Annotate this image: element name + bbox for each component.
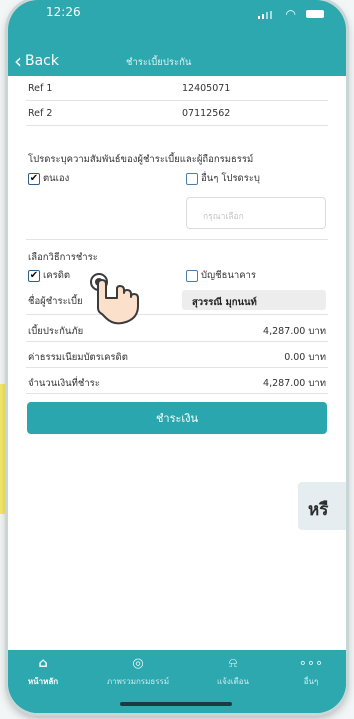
checkbox-credit-label: เครดิต <box>43 270 71 281</box>
payer-name-field: สุวรรณี มุกนนท์ <box>182 290 326 310</box>
tab-policy-overview[interactable]: ◎ ภาพรวมกรมธรรม์ <box>98 656 178 688</box>
tab-notifications[interactable]: ⍾ แจ้งเตือน <box>198 656 268 688</box>
chevron-left-icon: ‹ <box>14 49 22 73</box>
tab-policy-label: ภาพรวมกรมธรรม์ <box>106 677 170 686</box>
tap-hand-icon <box>90 273 139 325</box>
checkbox-credit[interactable]: ✔ เครดิต <box>28 268 70 283</box>
tab-home[interactable]: ⌂ หน้าหลัก <box>8 656 78 688</box>
total-value: 4,287.00 บาท <box>263 378 326 389</box>
tab-notifications-label: แจ้งเตือน <box>217 677 249 686</box>
total-row: จำนวนเงินที่ชำระ 4,287.00 บาท <box>26 369 328 394</box>
relationship-prompt: โปรดระบุความสัมพันธ์ของผู้ชำระเบี้ยและผู… <box>28 154 254 165</box>
home-indicator <box>120 702 232 706</box>
checkbox-self[interactable]: ✔ ตนเอง <box>28 171 69 186</box>
card-fee-row: ค่าธรรมเนียมบัตรเครดิต 0.00 บาท <box>26 343 328 368</box>
status-bar: 12:26 ◠ <box>8 0 346 28</box>
tab-home-label: หน้าหลัก <box>27 677 59 686</box>
bell-icon: ⍾ <box>228 656 238 671</box>
divider <box>26 314 328 315</box>
checkbox-empty-icon <box>186 269 198 282</box>
ref1-label: Ref 1 <box>28 83 53 94</box>
payer-label: ชื่อผู้ชำระเบี้ย <box>28 296 83 307</box>
ref2-value: 07112562 <box>182 108 231 119</box>
ref2-row: Ref 2 07112562 <box>26 101 328 126</box>
checkbox-bank[interactable]: บัญชีธนาคาร <box>186 268 256 283</box>
checkbox-other-label: อื่นๆ โปรดระบุ <box>201 173 260 184</box>
card-fee-label: ค่าธรรมเนียมบัตรเครดิต <box>28 352 128 363</box>
wifi-icon: ◠ <box>285 7 296 21</box>
tab-more-label: อื่นๆ <box>303 677 319 686</box>
signal-icon <box>258 11 272 19</box>
phone-frame: 12:26 ◠ ‹ Back ชำระเบี้ยประกัน Ref 1 124… <box>8 0 346 713</box>
pay-button[interactable]: ชำระเงิน <box>27 402 327 434</box>
checkbox-self-label: ตนเอง <box>43 173 70 184</box>
more-dots-icon: ∘∘∘ <box>298 656 324 671</box>
premium-label: เบี้ยประกันภัย <box>28 326 84 337</box>
checkbox-empty-icon <box>186 172 198 185</box>
nav-bar: ‹ Back ชำระเบี้ยประกัน <box>8 50 346 76</box>
premium-value: 4,287.00 บาท <box>263 326 326 337</box>
ref1-row: Ref 1 12405071 <box>26 76 328 101</box>
ref2-label: Ref 2 <box>28 108 53 119</box>
checkbox-bank-label: บัญชีธนาคาร <box>201 270 256 281</box>
home-icon: ⌂ <box>38 656 48 671</box>
or-overlay-card: หรื <box>298 482 346 530</box>
payment-form: Ref 1 12405071 Ref 2 07112562 โปรดระบุคว… <box>8 76 346 650</box>
back-button[interactable]: ‹ Back <box>14 49 59 73</box>
card-fee-value: 0.00 บาท <box>284 352 326 363</box>
premium-row: เบี้ยประกันภัย 4,287.00 บาท <box>26 317 328 342</box>
back-label: Back <box>25 53 59 69</box>
checkmark-icon: ✔ <box>28 172 40 185</box>
payment-method-prompt: เลือกวิธีการชำระ <box>28 252 98 263</box>
divider <box>26 239 328 240</box>
total-label: จำนวนเงินที่ชำระ <box>28 378 100 389</box>
page-title: ชำระเบี้ยประกัน <box>126 57 192 68</box>
checkbox-other[interactable]: อื่นๆ โปรดระบุ <box>186 171 260 186</box>
other-relationship-select[interactable]: กรุณาเลือก <box>186 197 326 229</box>
status-time: 12:26 <box>46 5 81 19</box>
checkmark-icon: ✔ <box>28 269 40 282</box>
shield-check-icon: ◎ <box>132 656 144 671</box>
ref1-value: 12405071 <box>182 83 231 94</box>
battery-icon <box>306 10 324 18</box>
tab-more[interactable]: ∘∘∘ อื่นๆ <box>276 656 346 688</box>
